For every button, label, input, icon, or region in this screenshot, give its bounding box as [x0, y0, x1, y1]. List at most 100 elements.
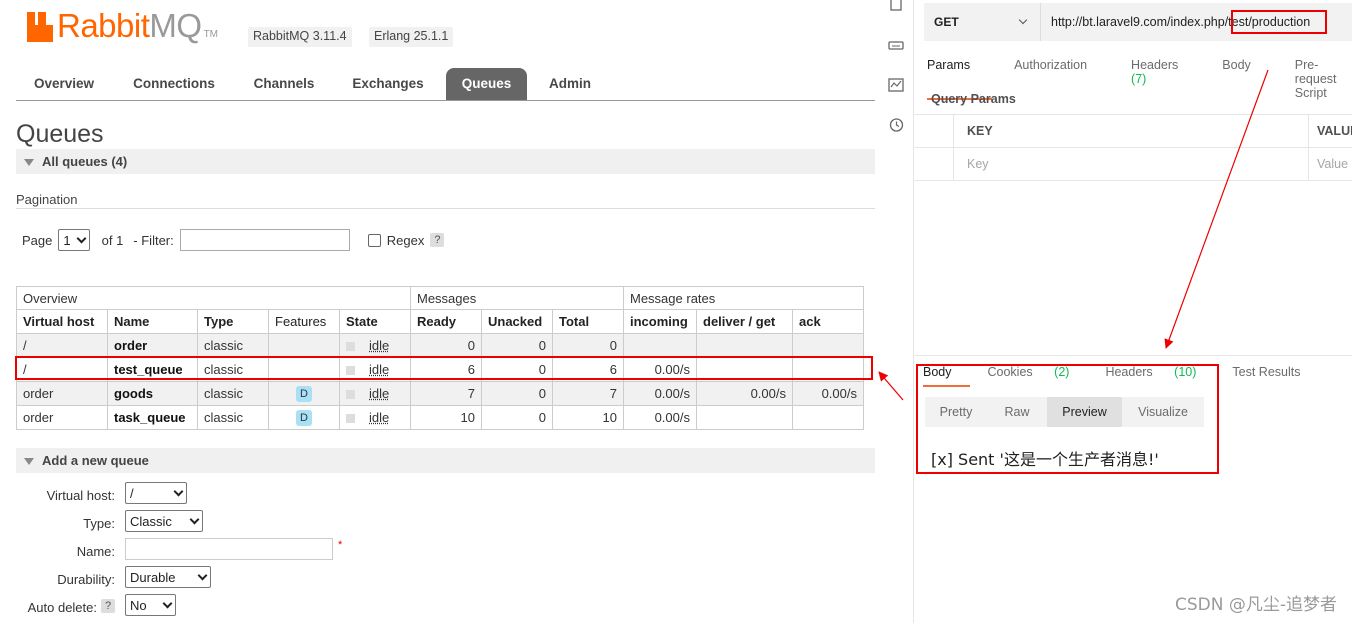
cell-state: idle: [339, 405, 411, 430]
value-input[interactable]: Value: [1308, 148, 1348, 181]
col-ack[interactable]: ack: [792, 309, 864, 334]
tab-overview[interactable]: Overview: [24, 68, 104, 100]
document-icon[interactable]: [888, 0, 904, 12]
col-virtual-host[interactable]: Virtual host: [16, 309, 108, 334]
kv-header-row: KEY VALUE: [914, 115, 1352, 148]
tab-queues[interactable]: Queues: [446, 68, 527, 100]
tab-exchanges[interactable]: Exchanges: [344, 68, 432, 100]
tab-headers[interactable]: Headers (7): [1131, 58, 1200, 100]
col-deliver-get[interactable]: deliver / get: [696, 309, 793, 334]
cell-ack: [792, 333, 864, 358]
cell-features: D: [268, 381, 340, 406]
cell-features: D: [268, 405, 340, 430]
csdn-watermark: CSDN @凡尘-追梦者: [1174, 595, 1337, 615]
erlang-badge: Erlang 25.1.1: [369, 27, 454, 47]
virtual-host-label: Virtual host:: [46, 488, 115, 503]
col-type[interactable]: Type: [197, 309, 269, 334]
rabbitmq-logo: RabbitMQ TM: [27, 7, 218, 44]
auto-delete-select[interactable]: No: [125, 594, 176, 616]
all-queues-label: All queues (4): [42, 154, 128, 169]
test-queue-highlight-box: [15, 356, 873, 380]
tab-body[interactable]: Body: [1222, 58, 1273, 100]
chevron-down-icon: [76, 233, 87, 243]
logo-brand: Rabbit: [57, 7, 150, 44]
state-indicator-icon: [346, 342, 355, 352]
cell-unacked: 0: [481, 405, 553, 430]
type-label: Type:: [83, 516, 115, 531]
required-mark: *: [338, 539, 343, 551]
type-select[interactable]: Classic: [125, 510, 203, 532]
group-messages: Messages: [410, 286, 624, 310]
cell-vhost: order: [16, 405, 108, 430]
collapse-triangle-icon: [24, 458, 34, 466]
chevron-down-icon: [197, 570, 208, 580]
response-highlight-box: [916, 364, 1219, 474]
add-queue-title: Add a new queue: [42, 453, 149, 468]
kv-input-row: Key Value: [914, 148, 1352, 181]
queue-name-link[interactable]: task_queue: [107, 405, 198, 430]
queue-name-input[interactable]: [125, 538, 333, 560]
regex-checkbox[interactable]: [367, 233, 381, 247]
durable-badge: D: [296, 386, 312, 402]
method-select[interactable]: GET: [924, 3, 1040, 41]
key-column-header: KEY: [967, 124, 993, 138]
filter-label: - Filter:: [133, 232, 174, 248]
table-row[interactable]: / order classic idle 0 0 0: [16, 333, 864, 358]
tab-pre-request-script[interactable]: Pre-request Script: [1295, 58, 1352, 100]
col-name[interactable]: Name: [107, 309, 198, 334]
col-unacked[interactable]: Unacked: [481, 309, 553, 334]
tab-test-results[interactable]: Test Results: [1232, 365, 1318, 387]
durability-select[interactable]: Durable: [125, 566, 211, 588]
value-column-header: VALUE: [1308, 115, 1352, 148]
state-indicator-icon: [346, 390, 355, 400]
postman-panel: GET http://bt.laravel9.com/index.php/tes…: [880, 0, 1352, 623]
cell-incoming: 0.00/s: [623, 381, 697, 406]
auto-delete-label: Auto delete:: [27, 600, 97, 615]
divider: [914, 355, 1352, 356]
table-row[interactable]: order goods classic D idle 7 0 7 0.00/s …: [16, 381, 864, 406]
rabbitmq-management-panel: RabbitMQ TM RabbitMQ 3.11.4 Erlang 25.1.…: [0, 0, 880, 623]
col-incoming[interactable]: incoming: [623, 309, 697, 334]
all-queues-toggle[interactable]: All queues (4): [16, 149, 875, 174]
table-row[interactable]: order task_queue classic D idle 10 0 10 …: [16, 405, 864, 430]
chevron-down-icon: [1018, 15, 1028, 25]
cell-ack: [792, 405, 864, 430]
tab-channels[interactable]: Channels: [244, 68, 324, 100]
tab-admin[interactable]: Admin: [542, 68, 598, 100]
version-badge: RabbitMQ 3.11.4: [248, 27, 352, 47]
cell-vhost: order: [16, 381, 108, 406]
group-message-rates: Message rates: [623, 286, 864, 310]
cell-features: [268, 333, 340, 358]
col-ready[interactable]: Ready: [410, 309, 482, 334]
main-nav: Overview Connections Channels Exchanges …: [16, 68, 875, 101]
query-params-title: Query Params: [931, 92, 1016, 106]
add-queue-toggle[interactable]: Add a new queue: [16, 448, 875, 473]
cell-unacked: 0: [481, 381, 553, 406]
cell-type: classic: [197, 405, 269, 430]
tab-connections[interactable]: Connections: [126, 68, 222, 100]
pagination-label: Pagination: [16, 192, 78, 207]
queue-name-link[interactable]: order: [107, 333, 198, 358]
auto-delete-help-button[interactable]: ?: [101, 599, 116, 613]
chevron-down-icon: [189, 514, 200, 524]
col-state[interactable]: State: [339, 309, 411, 334]
tab-authorization[interactable]: Authorization: [1014, 58, 1109, 100]
durability-label: Durability:: [57, 572, 115, 587]
page-select[interactable]: 1: [58, 229, 90, 251]
cell-vhost: /: [16, 333, 108, 358]
filter-input[interactable]: [179, 229, 350, 251]
pagination-controls: Page 1 of 1 - Filter: Regex ?: [22, 229, 445, 251]
history-icon[interactable]: [888, 117, 904, 133]
col-total[interactable]: Total: [552, 309, 624, 334]
monitor-icon[interactable]: [888, 77, 904, 93]
queue-name-link[interactable]: goods: [107, 381, 198, 406]
cell-total: 0: [552, 333, 624, 358]
cell-unacked: 0: [481, 333, 553, 358]
server-icon[interactable]: [888, 37, 904, 53]
col-features[interactable]: Features: [268, 309, 340, 334]
cell-ready: 0: [410, 333, 482, 358]
virtual-host-select[interactable]: /: [125, 482, 187, 504]
regex-help-button[interactable]: ?: [430, 233, 445, 247]
key-input[interactable]: Key: [967, 157, 989, 171]
cell-state: idle: [339, 333, 411, 358]
